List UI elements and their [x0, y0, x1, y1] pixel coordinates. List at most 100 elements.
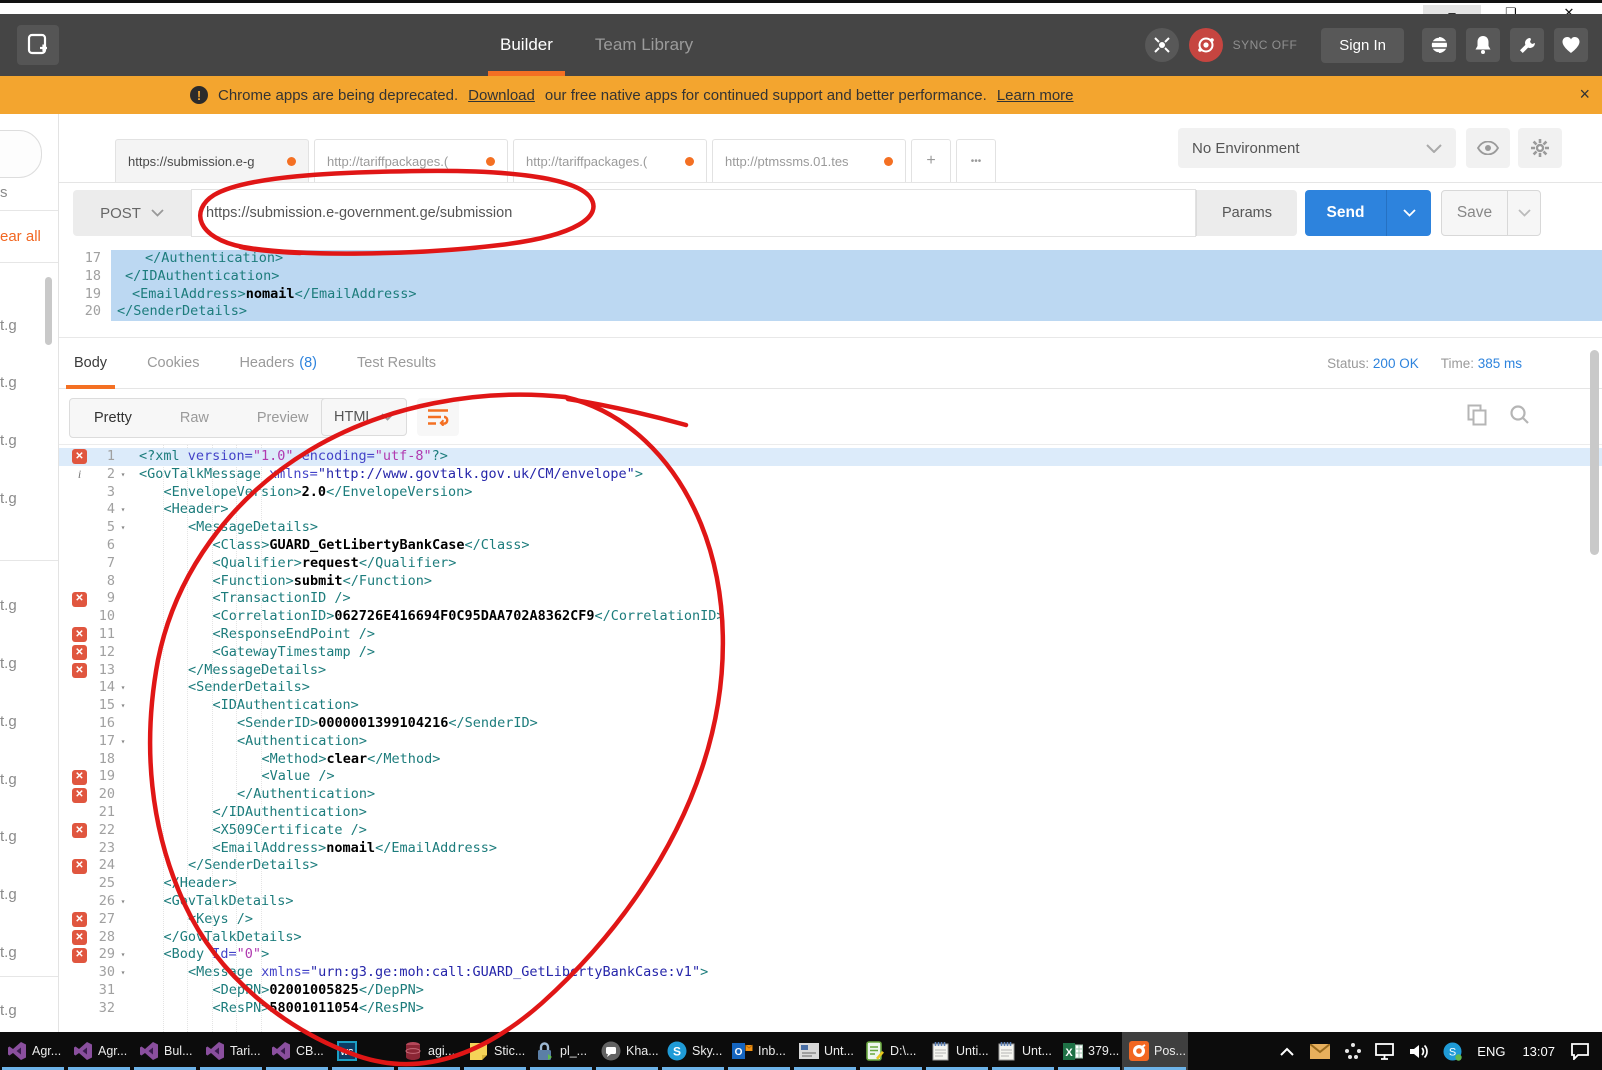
send-button[interactable]: Send — [1305, 190, 1431, 236]
tray-mail-icon[interactable] — [1308, 1039, 1332, 1063]
copy-icon[interactable] — [1467, 404, 1487, 431]
url-input[interactable]: https://submission.e-government.ge/submi… — [191, 189, 1196, 237]
error-x-icon[interactable]: ✕ — [72, 645, 87, 660]
sidebar-search-pill[interactable] — [0, 130, 42, 178]
interceptor-icon[interactable] — [1145, 28, 1179, 62]
history-item[interactable]: t.g — [0, 317, 17, 334]
fold-caret-icon[interactable]: ▾ — [117, 679, 129, 697]
error-x-icon[interactable]: ✕ — [72, 592, 87, 607]
fold-caret-icon[interactable]: ▾ — [117, 946, 129, 964]
taskbar-app-14[interactable]: Unti... — [924, 1032, 990, 1070]
error-x-icon[interactable]: ✕ — [72, 770, 87, 785]
fold-caret-icon[interactable]: ▾ — [117, 893, 129, 911]
history-item[interactable]: t.g — [0, 597, 17, 614]
error-x-icon[interactable]: ✕ — [72, 663, 87, 678]
tray-volume-icon[interactable] — [1407, 1039, 1431, 1063]
error-x-icon[interactable]: ✕ — [72, 912, 87, 927]
method-dropdown[interactable]: POST — [73, 205, 191, 222]
fold-caret-icon[interactable]: ▾ — [117, 501, 129, 519]
save-options-chevron-icon[interactable] — [1507, 191, 1540, 235]
request-tab-0[interactable]: https://submission.e-g — [115, 139, 309, 182]
send-options-chevron-icon[interactable] — [1386, 190, 1431, 236]
tray-clock[interactable]: 13:07 — [1518, 1044, 1559, 1059]
download-link[interactable]: Download — [468, 87, 535, 104]
taskbar-app-4[interactable]: CB... — [264, 1032, 330, 1070]
error-x-icon[interactable]: ✕ — [72, 627, 87, 642]
error-x-icon[interactable]: ✕ — [72, 930, 87, 945]
taskbar-app-7[interactable]: Stic... — [462, 1032, 528, 1070]
tray-dots-icon[interactable] — [1341, 1039, 1365, 1063]
history-item[interactable]: t.g — [0, 713, 17, 730]
sidebar-scrollbar[interactable] — [45, 277, 52, 345]
request-tab-1[interactable]: http://tariffpackages.( — [314, 139, 508, 182]
sign-in-button[interactable]: Sign In — [1321, 28, 1404, 63]
more-tabs-button[interactable]: ••• — [956, 139, 996, 182]
add-tab-button[interactable]: + — [911, 139, 951, 182]
tab-builder[interactable]: Builder — [500, 14, 553, 76]
history-item[interactable]: t.g — [0, 828, 17, 845]
request-tab-2[interactable]: http://tariffpackages.( — [513, 139, 707, 182]
fold-caret-icon[interactable]: ▾ — [117, 964, 129, 982]
page-scrollbar[interactable] — [1590, 350, 1599, 555]
history-item[interactable]: t.g — [0, 886, 17, 903]
history-item[interactable]: t.g — [0, 944, 17, 961]
taskbar-app-17[interactable]: Pos... — [1122, 1032, 1188, 1070]
save-button[interactable]: Save — [1441, 190, 1541, 236]
taskbar-app-11[interactable]: OInb... — [726, 1032, 792, 1070]
learn-more-link[interactable]: Learn more — [997, 87, 1074, 104]
taskbar-app-3[interactable]: Tari... — [198, 1032, 264, 1070]
taskbar-app-10[interactable]: SSky... — [660, 1032, 726, 1070]
environment-preview-eye-icon[interactable] — [1466, 128, 1510, 168]
sync-icon[interactable] — [1189, 28, 1223, 62]
taskbar-app-9[interactable]: Kha... — [594, 1032, 660, 1070]
fold-caret-icon[interactable]: ▾ — [117, 519, 129, 537]
taskbar-app-16[interactable]: X379... — [1056, 1032, 1122, 1070]
error-x-icon[interactable]: ✕ — [72, 788, 87, 803]
environment-selector[interactable]: No Environment — [1178, 128, 1456, 168]
globe-icon[interactable] — [1422, 28, 1456, 62]
error-x-icon[interactable]: ✕ — [72, 948, 87, 963]
params-button[interactable]: Params — [1196, 190, 1297, 236]
fold-caret-icon[interactable]: ▾ — [117, 697, 129, 715]
search-icon[interactable] — [1509, 404, 1530, 430]
fold-caret-icon[interactable]: ▾ — [117, 466, 129, 484]
taskbar-app-8[interactable]: pl_... — [528, 1032, 594, 1070]
tray-expand-chevron-icon[interactable] — [1275, 1039, 1299, 1063]
taskbar-app-1[interactable]: Agr... — [66, 1032, 132, 1070]
taskbar-app-0[interactable]: Agr... — [0, 1032, 66, 1070]
tray-skype-icon[interactable]: S — [1440, 1039, 1464, 1063]
tray-language-label[interactable]: ENG — [1473, 1044, 1509, 1059]
taskbar-app-12[interactable]: Unt... — [792, 1032, 858, 1070]
banner-close-icon[interactable]: × — [1579, 84, 1590, 105]
request-body-editor[interactable]: 17</Authentication>18</IDAuthentication>… — [59, 244, 1602, 338]
history-item[interactable]: t.g — [0, 771, 17, 788]
format-dropdown[interactable]: HTML — [321, 398, 407, 436]
history-item[interactable]: t.g — [0, 1002, 17, 1019]
favorites-heart-icon[interactable] — [1554, 28, 1588, 62]
history-item[interactable]: t.g — [0, 432, 17, 449]
response-tab-cookies[interactable]: Cookies — [147, 337, 199, 389]
response-tab-test-results[interactable]: Test Results — [357, 337, 436, 389]
error-x-icon[interactable]: ✕ — [72, 823, 87, 838]
taskbar-app-2[interactable]: Bul... — [132, 1032, 198, 1070]
taskbar-app-15[interactable]: Unt... — [990, 1032, 1056, 1070]
wrap-text-icon[interactable] — [417, 398, 459, 436]
taskbar-app-6[interactable]: agi... — [396, 1032, 462, 1070]
new-window-icon[interactable] — [17, 25, 59, 65]
history-item[interactable]: t.g — [0, 655, 17, 672]
view-raw-button[interactable]: Raw — [156, 410, 233, 426]
info-icon[interactable]: i — [72, 466, 87, 484]
error-x-icon[interactable]: ✕ — [72, 859, 87, 874]
view-pretty-button[interactable]: Pretty — [70, 410, 156, 426]
notifications-bell-icon[interactable] — [1466, 28, 1500, 62]
view-preview-button[interactable]: Preview — [233, 410, 333, 426]
settings-wrench-icon[interactable] — [1510, 28, 1544, 62]
fold-caret-icon[interactable]: ▾ — [117, 733, 129, 751]
action-center-icon[interactable] — [1568, 1039, 1592, 1063]
response-tab-headers[interactable]: Headers(8) — [239, 337, 317, 389]
tab-team-library[interactable]: Team Library — [595, 14, 693, 76]
tray-network-icon[interactable] — [1374, 1039, 1398, 1063]
history-item[interactable]: t.g — [0, 490, 17, 507]
history-item[interactable]: t.g — [0, 374, 17, 391]
response-tab-body[interactable]: Body — [74, 337, 107, 389]
